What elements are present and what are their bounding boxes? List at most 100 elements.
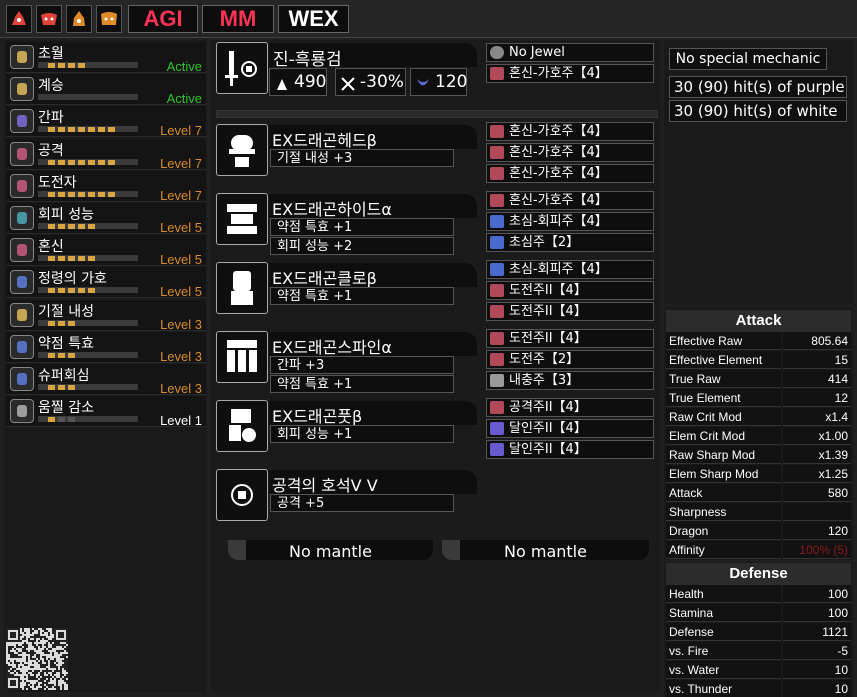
decoration-slot[interactable]: 혼신-가호주【4】 <box>486 164 654 183</box>
skill-name: 혼신 <box>38 239 64 256</box>
stat-label: Raw Sharp Mod <box>666 446 781 464</box>
skill-row[interactable]: 공격 Level 7 <box>6 138 206 171</box>
decoration-slot[interactable]: 내충주【3】 <box>486 371 654 390</box>
weapon-name[interactable]: 진-흑룡검 <box>269 43 477 70</box>
defense-stat-row: Health 100 <box>666 585 851 604</box>
jewel-icon <box>490 401 504 414</box>
attack-stat-row: Elem Sharp Mod x1.25 <box>666 465 851 484</box>
armor-skill: 약점 특효 +1 <box>270 375 454 393</box>
mantle-slot-1[interactable]: No mantle <box>228 540 433 560</box>
stat-value: 15 <box>783 351 851 369</box>
decoration-slot[interactable]: 혼신-가호주【4】 <box>486 143 654 162</box>
skill-row[interactable]: 움찔 감소 Level 1 <box>6 396 206 428</box>
skill-icon <box>10 238 34 263</box>
skill-name: 슈퍼회심 <box>38 368 90 384</box>
decoration-slot[interactable]: 달인주II【4】 <box>486 419 654 438</box>
skill-name: 도전자 <box>38 174 77 191</box>
jewel-icon <box>490 443 504 456</box>
jewel-icon <box>490 146 504 159</box>
decoration-slot[interactable]: 도전주【2】 <box>486 350 654 369</box>
skill-status: Level 7 <box>160 155 202 171</box>
stat-label: Dragon <box>666 522 781 540</box>
decoration-slot[interactable]: 초심주【2】 <box>486 233 654 252</box>
armor-piece-name[interactable]: EX드래곤스파인α <box>269 332 477 357</box>
skill-icon <box>10 109 34 134</box>
defense-stat-row: vs. Thunder 10 <box>666 680 851 697</box>
skill-status: Level 7 <box>160 187 202 203</box>
monster-icon-1[interactable] <box>6 5 32 33</box>
skill-row[interactable]: 간파 Level 7 <box>6 106 206 138</box>
jewel-icon <box>490 67 504 80</box>
armor-piece-icon[interactable] <box>216 400 268 452</box>
decoration-slot[interactable]: 도전주II【4】 <box>486 281 654 300</box>
skill-row[interactable]: 도전자 Level 7 <box>6 170 206 203</box>
skill-status: Active <box>166 59 202 74</box>
attack-stat-row: True Element 12 <box>666 389 851 408</box>
stat-label: Defense <box>666 623 781 641</box>
decoration-slot[interactable]: 도전주II【4】 <box>486 329 654 348</box>
mm-button[interactable]: MM <box>202 5 274 33</box>
armor-piece-name[interactable]: EX드래곤하이드α <box>269 194 477 219</box>
stat-value: 120 <box>783 522 851 540</box>
armor-piece-icon[interactable] <box>216 331 268 383</box>
decoration-slot[interactable]: 도전주II【4】 <box>486 302 654 321</box>
armor-piece-icon[interactable] <box>216 124 268 176</box>
armor-skill: 회피 성능 +1 <box>270 425 454 443</box>
qr-code[interactable] <box>6 628 68 690</box>
armor-skill: 회피 성능 +2 <box>270 237 454 255</box>
skill-row[interactable]: 정령의 가호 Level 5 <box>6 267 206 299</box>
jewel-icon <box>490 236 504 249</box>
skill-row[interactable]: 슈퍼회심 Level 3 <box>6 364 206 396</box>
skill-icon <box>10 270 34 295</box>
stat-label: Effective Element <box>666 351 781 369</box>
weapon-element: 120 <box>410 68 467 96</box>
skill-row[interactable]: 혼신 Level 5 <box>6 235 206 268</box>
agi-button[interactable]: AGI <box>128 5 198 33</box>
armor-piece-icon[interactable] <box>216 193 268 245</box>
wex-button[interactable]: WEX <box>278 5 349 33</box>
skill-level-bar <box>38 255 138 262</box>
skill-row[interactable]: 초월 Active <box>6 42 206 74</box>
skill-row[interactable]: 기절 내성 Level 3 <box>6 299 206 332</box>
skill-status: Level 5 <box>160 252 202 268</box>
toolbar: AGI MM WEX <box>0 0 857 38</box>
decoration-slot[interactable]: 달인주II【4】 <box>486 440 654 459</box>
affinity-icon <box>340 74 356 91</box>
monster-icon-2[interactable] <box>36 5 62 33</box>
armor-piece-icon[interactable] <box>216 469 268 521</box>
armor-piece-name[interactable]: EX드래곤클로β <box>269 263 477 288</box>
decoration-slot[interactable]: 초심-회피주【4】 <box>486 260 654 279</box>
monster-icon-3[interactable] <box>66 5 92 33</box>
decoration-slot[interactable]: 혼신-가호주【4】 <box>486 191 654 210</box>
decoration-slot[interactable]: 공격주II【4】 <box>486 398 654 417</box>
skill-row[interactable]: 계승 Active <box>6 74 206 106</box>
weapon-deco-1[interactable]: No Jewel <box>486 43 654 62</box>
weapon-deco-2[interactable]: 혼신-가호주【4】 <box>486 64 654 83</box>
armor-piece-icon[interactable] <box>216 262 268 314</box>
stat-label: Attack <box>666 484 781 502</box>
white-hits-label: 30 (90) hit(s) of white <box>669 100 847 122</box>
skill-row[interactable]: 회피 성능 Level 5 <box>6 203 206 235</box>
armor-piece-name[interactable]: 공격의 호석V V <box>269 470 477 495</box>
armor-piece-name[interactable]: EX드래곤풋β <box>269 401 477 426</box>
stat-value: 10 <box>783 661 851 679</box>
armor-skill: 약점 특효 +1 <box>270 218 454 236</box>
mantle-slot-2[interactable]: No mantle <box>442 540 649 560</box>
stat-value <box>783 503 851 521</box>
stat-label: True Element <box>666 389 781 407</box>
decoration-slot[interactable]: 혼신-가호주【4】 <box>486 122 654 141</box>
purple-hits-label: 30 (90) hit(s) of purple <box>669 76 847 98</box>
skill-icon <box>10 367 34 391</box>
attack-icon <box>274 74 290 90</box>
stat-value: 1121 <box>783 623 851 641</box>
skill-icon <box>10 45 34 69</box>
skill-icon <box>10 173 34 198</box>
armor-piece-name[interactable]: EX드래곤헤드β <box>269 125 477 150</box>
monster-icon-4[interactable] <box>96 5 122 33</box>
stat-value: 100 <box>783 585 851 603</box>
defense-stat-row: Stamina 100 <box>666 604 851 623</box>
decoration-slot[interactable]: 초심-회피주【4】 <box>486 212 654 231</box>
skill-row[interactable]: 약점 특효 Level 3 <box>6 331 206 364</box>
weapon-icon[interactable] <box>216 42 268 94</box>
skill-level-bar <box>38 287 138 294</box>
